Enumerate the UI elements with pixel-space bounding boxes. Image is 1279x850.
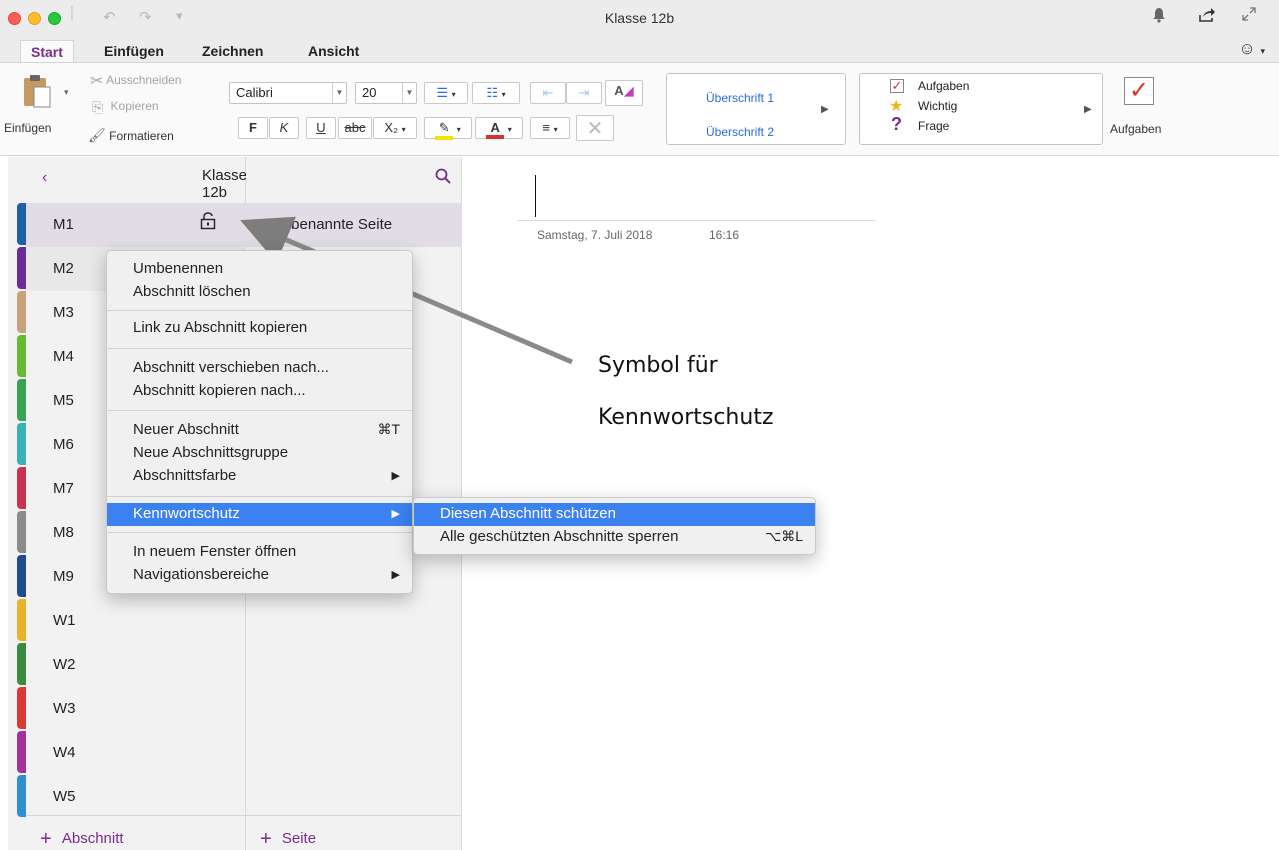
menu-item-open-new-window[interactable]: In neuem Fenster öffnen — [107, 541, 412, 564]
menu-separator — [107, 496, 412, 497]
chevron-right-icon: ▶ — [391, 470, 400, 482]
menu-item-new-section-group[interactable]: Neue Abschnittsgruppe — [107, 442, 412, 465]
shortcut-label: ⌘T — [377, 421, 400, 437]
menu-label: Abschnittsfarbe — [133, 467, 237, 484]
annotation-line-1: Symbol für — [598, 353, 718, 378]
password-submenu: Diesen Abschnitt schützen Alle geschützt… — [413, 497, 816, 555]
menu-item-section-color[interactable]: Abschnittsfarbe ▶ — [107, 465, 412, 488]
menu-label: Neuer Abschnitt — [133, 421, 239, 438]
menu-item-rename[interactable]: Umbenennen — [107, 258, 412, 281]
menu-separator — [107, 410, 412, 411]
menu-label: Kennwortschutz — [133, 505, 240, 522]
menu-item-navigation-panes[interactable]: Navigationsbereiche ▶ — [107, 564, 412, 587]
menu-item-delete-section[interactable]: Abschnitt löschen — [107, 281, 412, 304]
menu-label: Navigationsbereiche — [133, 566, 269, 583]
menu-item-protect-section[interactable]: Diesen Abschnitt schützen — [414, 503, 815, 526]
chevron-right-icon: ▶ — [391, 508, 400, 520]
menu-separator — [107, 310, 412, 311]
annotation-text: Symbol für Kennwortschutz — [598, 342, 774, 442]
menu-item-move-section[interactable]: Abschnitt verschieben nach... — [107, 357, 412, 380]
context-menu: Umbenennen Abschnitt löschen Link zu Abs… — [106, 250, 413, 594]
menu-item-lock-all-sections[interactable]: Alle geschützten Abschnitte sperren ⌥⌘L — [414, 526, 815, 549]
menu-item-password-protection[interactable]: Kennwortschutz ▶ — [107, 503, 412, 526]
annotation-line-2: Kennwortschutz — [598, 405, 774, 430]
menu-label: Alle geschützten Abschnitte sperren — [440, 528, 679, 545]
shortcut-label: ⌥⌘L — [765, 528, 803, 544]
menu-separator — [107, 348, 412, 349]
menu-item-new-section[interactable]: Neuer Abschnitt ⌘T — [107, 419, 412, 442]
menu-item-copy-section[interactable]: Abschnitt kopieren nach... — [107, 380, 412, 403]
menu-separator — [107, 532, 412, 533]
menu-item-copy-link[interactable]: Link zu Abschnitt kopieren — [107, 317, 412, 340]
chevron-right-icon: ▶ — [391, 569, 400, 581]
